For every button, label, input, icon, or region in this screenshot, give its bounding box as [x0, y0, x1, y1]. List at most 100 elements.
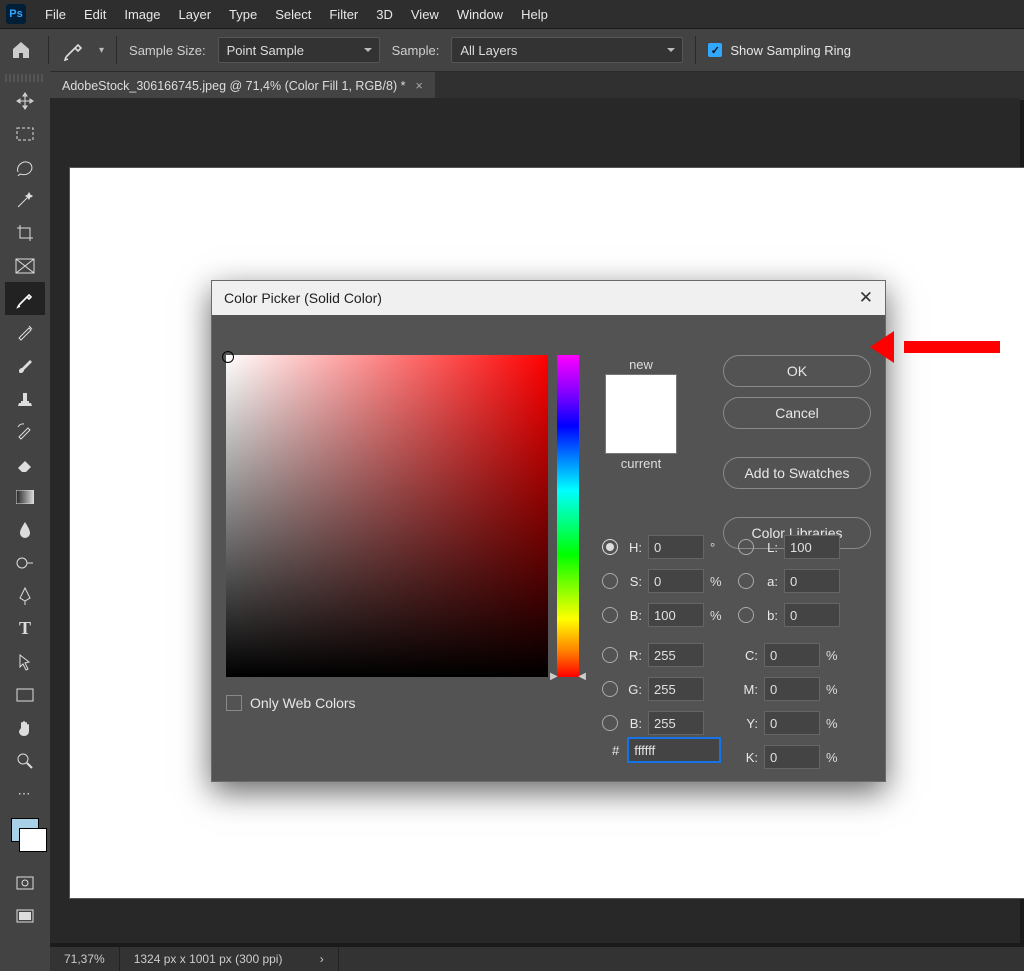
sample-layers-select[interactable]: All Layers [451, 37, 683, 63]
current-label: current [602, 456, 680, 471]
frame-tool-icon[interactable] [5, 249, 45, 282]
rectangle-tool-icon[interactable] [5, 678, 45, 711]
close-icon[interactable]: × [415, 79, 422, 93]
black-input[interactable] [764, 745, 820, 769]
lasso-tool-icon[interactable] [5, 150, 45, 183]
saturation-input[interactable] [648, 569, 704, 593]
web-colors-checkbox[interactable] [226, 695, 242, 711]
show-sampling-ring-label: Show Sampling Ring [730, 43, 851, 58]
menu-window[interactable]: Window [448, 7, 512, 22]
annotation-arrow [870, 335, 1000, 359]
home-button[interactable] [6, 36, 36, 64]
gradient-tool-icon[interactable] [5, 480, 45, 513]
separator [116, 36, 117, 64]
magic-wand-tool-icon[interactable] [5, 183, 45, 216]
eyedropper-icon[interactable] [61, 38, 87, 62]
sv-marker-icon[interactable] [222, 351, 234, 363]
type-tool-icon[interactable]: T [5, 612, 45, 645]
hue-slider-thumb[interactable]: ▶◀ [550, 671, 586, 682]
menu-file[interactable]: File [36, 7, 75, 22]
dialog-titlebar[interactable]: Color Picker (Solid Color) ✕ [212, 281, 885, 315]
red-radio[interactable] [602, 647, 618, 663]
menu-image[interactable]: Image [115, 7, 169, 22]
document-tab[interactable]: AdobeStock_306166745.jpeg @ 71,4% (Color… [50, 72, 435, 100]
zoom-level[interactable]: 71,37% [50, 947, 120, 971]
blue-radio[interactable] [602, 715, 618, 731]
brightness-radio[interactable] [602, 607, 618, 623]
color-picker-dialog: Color Picker (Solid Color) ✕ ▶◀ new curr… [211, 280, 886, 782]
hue-input[interactable] [648, 535, 704, 559]
dodge-tool-icon[interactable] [5, 546, 45, 579]
healing-brush-tool-icon[interactable] [5, 315, 45, 348]
current-color-swatch[interactable] [606, 414, 676, 453]
menu-layer[interactable]: Layer [170, 7, 221, 22]
screen-mode-icon[interactable] [5, 899, 45, 932]
path-selection-tool-icon[interactable] [5, 645, 45, 678]
hue-slider[interactable] [557, 355, 579, 677]
sample-label: Sample: [392, 43, 440, 58]
brush-tool-icon[interactable] [5, 348, 45, 381]
status-bar: 71,37% 1324 px x 1001 px (300 ppi)› [50, 947, 1024, 971]
background-color-swatch[interactable] [19, 828, 47, 852]
menu-filter[interactable]: Filter [320, 7, 367, 22]
move-tool-icon[interactable] [5, 84, 45, 117]
add-to-swatches-button[interactable]: Add to Swatches [723, 457, 871, 489]
blue-input[interactable] [648, 711, 704, 735]
eyedropper-tool-icon[interactable] [5, 282, 45, 315]
marquee-tool-icon[interactable] [5, 117, 45, 150]
options-bar: ▾ Sample Size: Point Sample Sample: All … [0, 29, 1024, 72]
menu-select[interactable]: Select [266, 7, 320, 22]
menu-edit[interactable]: Edit [75, 7, 115, 22]
a-input[interactable] [784, 569, 840, 593]
show-sampling-ring-checkbox[interactable]: ✓ [708, 43, 722, 57]
clone-stamp-tool-icon[interactable] [5, 381, 45, 414]
zoom-tool-icon[interactable] [5, 744, 45, 777]
pen-tool-icon[interactable] [5, 579, 45, 612]
document-info[interactable]: 1324 px x 1001 px (300 ppi)› [120, 947, 339, 971]
tool-panel: T ⋯ [0, 70, 50, 971]
menu-type[interactable]: Type [220, 7, 266, 22]
a-radio[interactable] [738, 573, 754, 589]
app-logo: Ps [6, 4, 26, 24]
hex-input[interactable] [627, 737, 721, 763]
new-label: new [602, 357, 680, 372]
crop-tool-icon[interactable] [5, 216, 45, 249]
edit-toolbar-icon[interactable]: ⋯ [5, 777, 45, 810]
blur-tool-icon[interactable] [5, 513, 45, 546]
menu-view[interactable]: View [402, 7, 448, 22]
web-colors-label: Only Web Colors [250, 695, 356, 711]
lightness-radio[interactable] [738, 539, 754, 555]
chevron-right-icon: › [320, 952, 324, 966]
sample-size-label: Sample Size: [129, 43, 206, 58]
ok-button[interactable]: OK [723, 355, 871, 387]
sample-size-select[interactable]: Point Sample [218, 37, 380, 63]
b-input[interactable] [784, 603, 840, 627]
hue-radio[interactable] [602, 539, 618, 555]
close-icon[interactable]: ✕ [859, 288, 873, 308]
menu-3d[interactable]: 3D [367, 7, 402, 22]
cancel-button[interactable]: Cancel [723, 397, 871, 429]
separator [695, 36, 696, 64]
saturation-radio[interactable] [602, 573, 618, 589]
document-tabs: AdobeStock_306166745.jpeg @ 71,4% (Color… [50, 72, 1024, 100]
menu-bar: Ps File Edit Image Layer Type Select Fil… [0, 0, 1024, 29]
green-radio[interactable] [602, 681, 618, 697]
menu-help[interactable]: Help [512, 7, 557, 22]
lightness-input[interactable] [784, 535, 840, 559]
green-input[interactable] [648, 677, 704, 701]
cyan-input[interactable] [764, 643, 820, 667]
red-input[interactable] [648, 643, 704, 667]
yellow-input[interactable] [764, 711, 820, 735]
history-brush-tool-icon[interactable] [5, 414, 45, 447]
brightness-input[interactable] [648, 603, 704, 627]
tool-preset-dropdown-icon[interactable]: ▾ [99, 45, 104, 56]
dialog-title: Color Picker (Solid Color) [224, 290, 382, 306]
saturation-value-field[interactable] [226, 355, 548, 677]
eraser-tool-icon[interactable] [5, 447, 45, 480]
magenta-input[interactable] [764, 677, 820, 701]
quick-mask-icon[interactable] [5, 866, 45, 899]
hand-tool-icon[interactable] [5, 711, 45, 744]
panel-grip[interactable] [5, 74, 45, 82]
b-radio[interactable] [738, 607, 754, 623]
new-color-swatch[interactable] [606, 375, 676, 414]
